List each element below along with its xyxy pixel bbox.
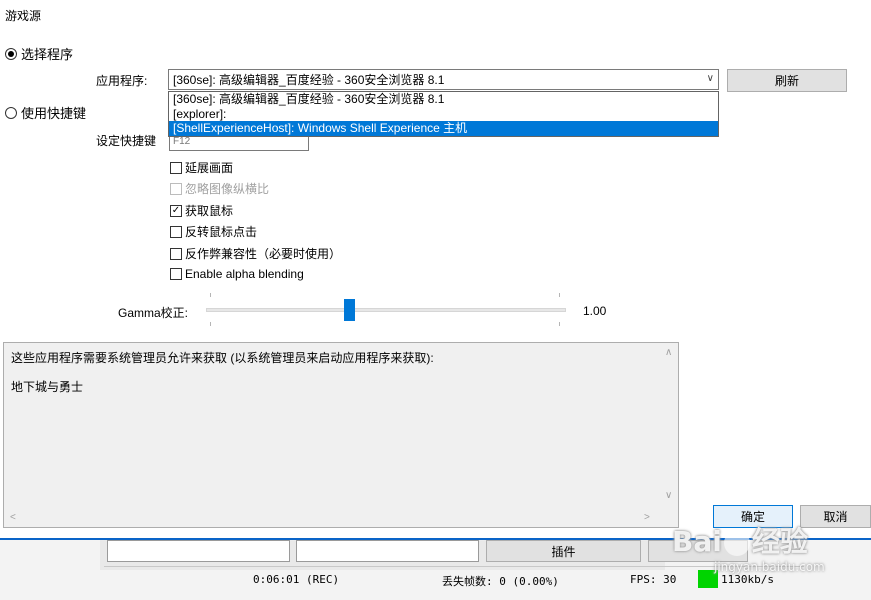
vertical-scrollbar[interactable]: ∧ ∨ [661, 343, 678, 511]
bg-list-cell [107, 540, 290, 562]
app-label: 应用程序: [96, 74, 148, 88]
horizontal-scrollbar[interactable]: < > [4, 510, 678, 527]
app-combobox-value: [360se]: 高级编辑器_百度经验 - 360安全浏览器 8.1 [173, 73, 445, 87]
scroll-right-icon[interactable]: > [644, 512, 650, 523]
slider-tick [559, 293, 560, 297]
refresh-button[interactable]: 刷新 [727, 69, 847, 92]
stretch-label: 延展画面 [185, 161, 234, 175]
use-hotkey-radio[interactable]: 使用快捷键 [5, 103, 86, 122]
scroll-down-icon[interactable]: ∨ [665, 490, 672, 501]
hotkey-label: 设定快捷键 [96, 134, 157, 148]
plugins-button[interactable]: 插件 [486, 540, 641, 562]
radio-checked-icon [5, 47, 17, 60]
slider-tick [210, 322, 211, 326]
use-hotkey-label: 使用快捷键 [21, 106, 87, 121]
app-combobox[interactable]: [360se]: 高级编辑器_百度经验 - 360安全浏览器 8.1 ∨ [168, 69, 719, 90]
capture-mouse-label: 获取鼠标 [185, 204, 234, 218]
radio-unchecked-icon [5, 106, 17, 119]
anticheat-checkbox[interactable]: 反作弊兼容性（必要时使用） [170, 245, 341, 262]
app-dropdown-list: [360se]: 高级编辑器_百度经验 - 360安全浏览器 8.1 [expl… [168, 91, 719, 137]
baidu-watermark: Bai 经验 [672, 520, 808, 560]
cancel-button[interactable]: 取消 [800, 505, 871, 528]
hotkey-field[interactable]: F12 [169, 137, 309, 151]
recording-time: 0:06:01 (REC) [253, 573, 340, 586]
gamma-label: Gamma校正: [118, 306, 189, 320]
checkbox-disabled-icon [170, 182, 182, 195]
dialog-title: 游戏源 [5, 9, 42, 23]
scroll-left-icon[interactable]: < [10, 512, 16, 523]
capture-mouse-checkbox[interactable]: ✓ 获取鼠标 [170, 202, 233, 219]
fps-readout: FPS: 30 [630, 573, 677, 586]
watermark-brand2: 经验 [751, 525, 808, 558]
alpha-blending-label: Enable alpha blending [185, 267, 304, 281]
dropdown-option-highlighted[interactable]: [ShellExperienceHost]: Windows Shell Exp… [169, 121, 718, 136]
bg-list-cell [296, 540, 479, 562]
game-source-dialog: 游戏源 选择程序 应用程序: [360se]: 高级编辑器_百度经验 - 360… [0, 0, 871, 538]
chevron-down-icon[interactable]: ∨ [707, 73, 714, 84]
scroll-up-icon[interactable]: ∧ [665, 347, 672, 358]
admin-apps-textarea[interactable]: 这些应用程序需要系统管理员允许来获取 (以系统管理员来启动应用程序来获取): 地… [3, 342, 679, 528]
checkbox-unchecked-icon [170, 247, 182, 260]
ignore-aspect-checkbox: 忽略图像纵横比 [170, 180, 269, 197]
slider-tick [559, 322, 560, 326]
status-divider [104, 566, 804, 567]
dropdown-option[interactable]: [360se]: 高级编辑器_百度经验 - 360安全浏览器 8.1 [169, 92, 718, 107]
gamma-slider-thumb[interactable] [344, 299, 355, 321]
select-program-radio[interactable]: 选择程序 [5, 44, 73, 63]
paw-logo-icon [723, 530, 750, 556]
watermark-url: jingyan.baidu.com [714, 560, 825, 574]
admin-app-item: 地下城与勇士 [11, 380, 84, 394]
alpha-blending-checkbox[interactable]: Enable alpha blending [170, 267, 304, 281]
checkmark-icon: ✓ [170, 204, 182, 217]
checkbox-unchecked-icon [170, 225, 182, 238]
slider-tick [210, 293, 211, 297]
select-program-label: 选择程序 [21, 47, 74, 62]
checkbox-unchecked-icon [170, 268, 182, 280]
dropdown-option[interactable]: [explorer]: [169, 107, 718, 122]
admin-message: 这些应用程序需要系统管理员允许来获取 (以系统管理员来启动应用程序来获取): [11, 351, 434, 365]
gamma-slider-track[interactable] [206, 308, 566, 312]
invert-mouse-checkbox[interactable]: 反转鼠标点击 [170, 223, 257, 240]
ignore-aspect-label: 忽略图像纵横比 [185, 182, 270, 196]
stretch-checkbox[interactable]: 延展画面 [170, 159, 233, 176]
checkbox-unchecked-icon [170, 161, 182, 174]
gamma-value: 1.00 [583, 304, 607, 318]
bitrate-readout: 1130kb/s [721, 573, 774, 586]
invert-mouse-label: 反转鼠标点击 [185, 225, 258, 239]
dropped-frames: 丢失帧数: 0 (0.00%) [442, 575, 559, 588]
watermark-brand: Bai [672, 525, 722, 558]
anticheat-label: 反作弊兼容性（必要时使用） [185, 247, 342, 261]
